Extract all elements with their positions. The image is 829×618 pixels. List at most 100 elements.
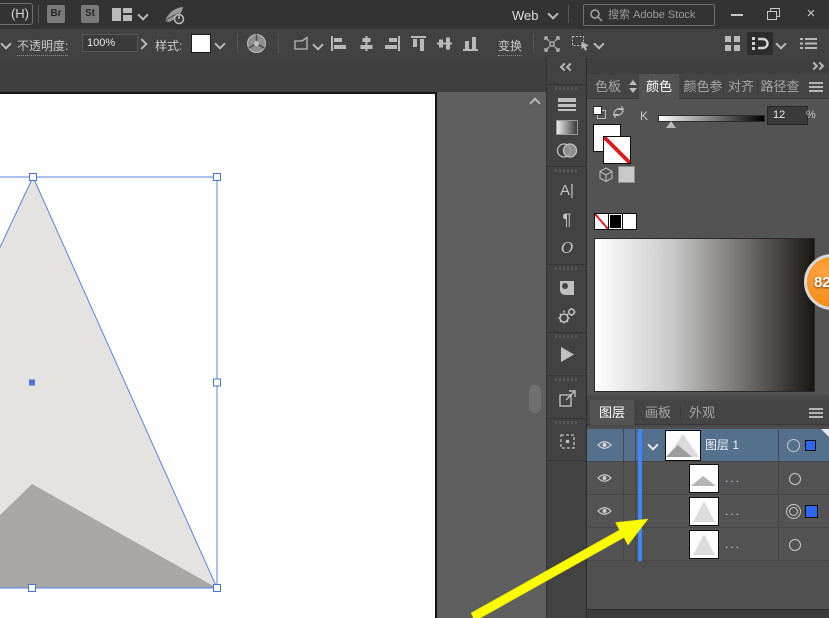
layers-panel-menu-icon[interactable] — [809, 408, 823, 410]
panel-group-grip[interactable] — [555, 87, 579, 90]
visibility-eye-icon[interactable] — [597, 440, 612, 450]
workspace-select[interactable]: Web — [512, 7, 539, 25]
layer-name[interactable]: 图层 1 — [705, 429, 739, 462]
panel-group-grip[interactable] — [555, 421, 579, 424]
align-right-button[interactable] — [384, 35, 401, 52]
color-spectrum-bar[interactable] — [594, 238, 815, 392]
tab-layers[interactable]: 图层 — [590, 400, 634, 425]
stroke-proxy-swatch-none[interactable] — [603, 136, 631, 164]
mini-fill-stroke-icon[interactable] — [593, 106, 606, 119]
k-slider-thumb[interactable] — [666, 121, 676, 128]
restore-button[interactable] — [757, 0, 789, 28]
panel-group-grip[interactable] — [555, 169, 579, 172]
workspace-select-chevron-icon[interactable] — [547, 8, 559, 20]
style-chevron-icon[interactable] — [214, 38, 226, 50]
workspace-switcher-icon[interactable] — [112, 8, 134, 21]
stroke-panel-icon[interactable] — [547, 98, 587, 112]
target-circle[interactable] — [789, 473, 801, 485]
vertical-scrollbar-thumb[interactable] — [529, 385, 541, 413]
selection-indicator[interactable] — [805, 440, 816, 451]
stock-button[interactable]: St — [81, 5, 99, 23]
layer-thumbnail[interactable] — [665, 430, 701, 461]
color-panel-menu-icon[interactable] — [809, 82, 823, 84]
isolate-expand-icon[interactable] — [543, 35, 561, 53]
object-row-2[interactable]: ... — [587, 495, 829, 528]
minimize-button[interactable] — [722, 0, 752, 28]
none-swatch[interactable] — [594, 213, 609, 230]
object-thumbnail[interactable] — [689, 530, 719, 559]
paragraph-panel-icon[interactable]: ¶ — [547, 210, 587, 230]
object-name[interactable]: ... — [725, 528, 741, 561]
arrange-documents-button[interactable] — [747, 32, 773, 55]
expand-layer-chevron-icon[interactable] — [647, 439, 659, 451]
object-row-1[interactable]: ... — [587, 462, 829, 495]
control-bar-menu-icon[interactable] — [800, 37, 817, 50]
previous-color-swatch[interactable] — [618, 166, 635, 183]
opacity-stepper-icon[interactable] — [136, 38, 148, 50]
layer-row-1[interactable]: 图层 1 — [587, 429, 829, 462]
tab-color[interactable]: 颜色 — [639, 74, 679, 99]
character-panel-icon[interactable]: A| — [547, 182, 587, 199]
shape-mode-icon[interactable] — [293, 36, 310, 51]
expand-panels-icon[interactable] — [565, 62, 575, 72]
collapse-dock-icon[interactable] — [815, 61, 825, 71]
visibility-eye-icon[interactable] — [597, 473, 612, 483]
export-panel-icon[interactable] — [547, 389, 587, 408]
style-swatch[interactable] — [191, 34, 211, 53]
panel-group-grip[interactable] — [555, 267, 579, 270]
transform-link[interactable]: 变换 — [498, 37, 523, 56]
select-similar-icon[interactable] — [571, 35, 591, 52]
align-vertical-center-button[interactable] — [436, 35, 453, 52]
bridge-button[interactable]: Br — [47, 5, 65, 23]
transparency-panel-icon[interactable] — [547, 142, 587, 159]
arrange-grid-icon[interactable] — [724, 35, 741, 52]
object-name[interactable]: ... — [725, 495, 741, 528]
align-left-button[interactable] — [330, 35, 347, 52]
artwork-selection[interactable] — [0, 92, 546, 618]
tab-pathfinder[interactable]: 路径查 — [759, 74, 801, 99]
tab-align[interactable]: 对齐 — [725, 74, 757, 99]
tab-appearance[interactable]: 外观 — [682, 400, 722, 425]
shape-mode-chevron-icon[interactable] — [312, 39, 324, 51]
opacity-value-field[interactable]: 100% — [82, 34, 138, 52]
close-button[interactable]: × — [793, 0, 829, 28]
3d-color-cube-icon[interactable] — [598, 167, 614, 183]
swap-fill-stroke-icon[interactable] — [611, 105, 626, 119]
tab-swatches[interactable]: 色板 — [589, 74, 627, 99]
tab-color-guide[interactable]: 颜色参 — [683, 74, 723, 99]
target-circle[interactable] — [787, 439, 800, 452]
artboards-panel-icon[interactable] — [547, 432, 587, 451]
object-thumbnail[interactable] — [689, 497, 719, 526]
workspace-chevron-icon[interactable] — [137, 9, 149, 21]
object-thumbnail[interactable] — [689, 464, 719, 493]
object-name[interactable]: ... — [725, 462, 741, 495]
opacity-label[interactable]: 不透明度: — [17, 37, 69, 56]
tab-artboards[interactable]: 画板 — [638, 400, 678, 425]
play-action-icon[interactable] — [547, 346, 587, 363]
actions-gears-icon[interactable] — [547, 306, 587, 325]
align-bottom-button[interactable] — [462, 35, 479, 52]
gpu-performance-rocket-icon[interactable] — [162, 5, 186, 25]
object-row-3[interactable]: ... — [587, 528, 829, 561]
tab-cycle-icon[interactable] — [629, 80, 637, 93]
recolor-artwork-icon[interactable] — [246, 33, 267, 54]
panel-group-grip[interactable] — [555, 378, 579, 381]
color-panel: K 12 % — [587, 99, 829, 395]
align-horizontal-center-button[interactable] — [358, 35, 375, 52]
arrange-documents-chevron-icon[interactable] — [775, 38, 787, 50]
gradient-panel-icon[interactable] — [547, 120, 587, 135]
select-similar-chevron-icon[interactable] — [593, 38, 605, 50]
align-top-button[interactable] — [410, 35, 427, 52]
black-swatch[interactable] — [608, 213, 623, 230]
white-swatch[interactable] — [622, 213, 637, 230]
prev-control-chevron-icon[interactable] — [0, 38, 12, 50]
panel-group-grip[interactable] — [555, 335, 579, 338]
selection-indicator[interactable] — [805, 505, 818, 518]
target-circle[interactable] — [789, 539, 801, 551]
symbols-panel-icon[interactable] — [547, 279, 587, 297]
stock-search-input[interactable]: 搜索 Adobe Stock — [583, 4, 715, 26]
target-circle-outer[interactable] — [786, 504, 801, 519]
opentype-panel-icon[interactable]: O — [547, 238, 587, 258]
channel-value-field[interactable]: 12 — [767, 106, 808, 125]
visibility-eye-icon[interactable] — [597, 506, 612, 516]
